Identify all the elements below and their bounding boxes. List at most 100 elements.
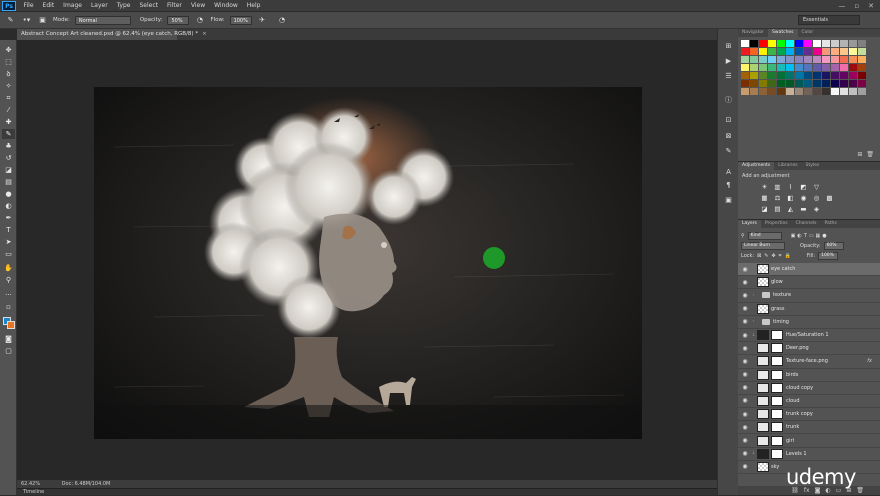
layer-mask-thumbnail[interactable] <box>771 422 783 433</box>
expand-group-icon[interactable]: › <box>750 319 757 324</box>
color-swatch[interactable] <box>840 40 848 47</box>
color-swatch[interactable] <box>741 64 749 71</box>
tab-swatches[interactable]: Swatches <box>768 29 798 37</box>
visibility-eye-icon[interactable]: ◉ <box>740 424 750 431</box>
color-swatch[interactable] <box>795 72 803 79</box>
curves-icon[interactable]: ⌇ <box>786 183 795 191</box>
opacity-input[interactable]: 50% <box>167 15 190 25</box>
color-swatch[interactable] <box>795 48 803 55</box>
default-colors-icon[interactable]: ▫ <box>2 302 15 312</box>
color-swatch[interactable] <box>768 40 776 47</box>
color-swatch[interactable] <box>813 48 821 55</box>
lock-icons[interactable]: ⊠✎✥⌗🔒 <box>757 253 794 259</box>
new-swatch-icon[interactable]: ⊞ <box>857 151 862 158</box>
color-swatch[interactable] <box>831 80 839 87</box>
hand-tool-icon[interactable]: ✋ <box>2 263 15 273</box>
paragraph-panel-icon[interactable]: ¶ <box>723 180 734 190</box>
layer-comps-icon[interactable]: ☰ <box>723 71 734 81</box>
layer-mask-thumbnail[interactable] <box>771 448 783 459</box>
tab-properties[interactable]: Properties <box>761 220 792 228</box>
color-swatch[interactable] <box>795 88 803 95</box>
color-swatch[interactable] <box>822 48 830 55</box>
zoom-tool-icon[interactable]: ⚲ <box>2 275 15 285</box>
color-swatch[interactable] <box>858 88 866 95</box>
background-color-swatch[interactable] <box>7 321 15 329</box>
color-swatch[interactable] <box>804 64 812 71</box>
layer-mask-thumbnail[interactable] <box>771 369 783 380</box>
glyphs-panel-icon[interactable]: ▣ <box>723 195 734 205</box>
color-swatch[interactable] <box>768 80 776 87</box>
layer-thumbnail[interactable] <box>757 461 769 472</box>
quick-mask-icon[interactable]: ◙ <box>2 334 15 344</box>
visibility-eye-icon[interactable]: ◉ <box>740 463 750 470</box>
layer-thumbnail[interactable] <box>757 330 769 341</box>
color-swatch[interactable] <box>768 48 776 55</box>
layer-thumbnail[interactable] <box>757 409 769 420</box>
color-swatch[interactable] <box>750 56 758 63</box>
color-lookup-icon[interactable]: ▩ <box>825 194 834 202</box>
gradient-tool-icon[interactable]: ▤ <box>2 177 15 187</box>
visibility-eye-icon[interactable]: ◉ <box>740 397 750 404</box>
color-swatch[interactable] <box>813 40 821 47</box>
layer-thumbnail[interactable] <box>757 382 769 393</box>
color-swatch[interactable] <box>786 64 794 71</box>
color-swatch[interactable] <box>849 56 857 63</box>
color-swatch[interactable] <box>786 48 794 55</box>
color-swatch[interactable] <box>804 56 812 63</box>
posterize-icon[interactable]: ▤ <box>773 205 782 213</box>
maximize-button[interactable]: ▫ <box>854 2 859 10</box>
color-swatch[interactable] <box>759 56 767 63</box>
color-swatch[interactable] <box>804 72 812 79</box>
color-swatch[interactable] <box>777 56 785 63</box>
tab-layers[interactable]: Layers <box>738 220 761 228</box>
exposure-icon[interactable]: ◩ <box>799 183 808 191</box>
color-swatch[interactable] <box>804 80 812 87</box>
color-swatch[interactable] <box>858 40 866 47</box>
color-swatch[interactable] <box>840 72 848 79</box>
minimize-button[interactable]: — <box>838 2 845 10</box>
color-swatch[interactable] <box>849 48 857 55</box>
color-swatch[interactable] <box>858 72 866 79</box>
color-swatch[interactable] <box>750 64 758 71</box>
color-swatch[interactable] <box>840 88 848 95</box>
color-swatch[interactable] <box>750 88 758 95</box>
hue-saturation-icon[interactable]: ▦ <box>760 194 769 202</box>
clone-source-icon[interactable]: ⊠ <box>723 131 734 141</box>
expand-group-icon[interactable]: › <box>750 293 757 298</box>
color-swatch[interactable] <box>741 40 749 47</box>
visibility-eye-icon[interactable]: ◉ <box>740 371 750 378</box>
eyedropper-tool-icon[interactable]: ⁄ <box>2 105 15 115</box>
visibility-eye-icon[interactable]: ◉ <box>740 266 750 273</box>
brightness-icon[interactable]: ☀ <box>760 183 769 191</box>
menu-select[interactable]: Select <box>135 2 163 9</box>
color-swatch[interactable] <box>741 56 749 63</box>
layer-opacity-input[interactable]: 60% <box>823 242 844 250</box>
photo-filter-icon[interactable]: ◉ <box>799 194 808 202</box>
color-swatch[interactable] <box>849 72 857 79</box>
layer-thumbnail[interactable] <box>757 369 769 380</box>
layer-mask-thumbnail[interactable] <box>771 409 783 420</box>
color-swatch[interactable] <box>750 48 758 55</box>
color-swatch[interactable] <box>849 80 857 87</box>
menu-type[interactable]: Type <box>112 2 135 9</box>
selective-color-icon[interactable]: ◈ <box>812 205 821 213</box>
layer-mask-thumbnail[interactable] <box>771 343 783 354</box>
visibility-eye-icon[interactable]: ◉ <box>740 279 750 286</box>
pressure-opacity-icon[interactable]: ◔ <box>194 15 205 26</box>
layer-filter-kind[interactable]: Kind <box>747 232 782 240</box>
layer-row[interactable]: ◉ girl <box>738 434 880 448</box>
color-swatch[interactable] <box>804 40 812 47</box>
color-swatch[interactable] <box>813 72 821 79</box>
color-swatch[interactable] <box>840 80 848 87</box>
color-swatch[interactable] <box>786 40 794 47</box>
color-swatch[interactable] <box>858 80 866 87</box>
layer-fx-icon[interactable]: fx <box>867 358 872 364</box>
close-tab-icon[interactable]: × <box>202 31 207 37</box>
clone-stamp-tool-icon[interactable]: ♣ <box>2 141 15 151</box>
layer-row[interactable]: ◉ glow <box>738 276 880 290</box>
menu-file[interactable]: File <box>19 2 38 9</box>
layer-row[interactable]: ◉ grass <box>738 302 880 316</box>
screen-mode-icon[interactable]: ▢ <box>2 346 15 356</box>
color-swatch[interactable] <box>750 80 758 87</box>
layer-row[interactable]: ◉ eye catch <box>738 263 880 277</box>
